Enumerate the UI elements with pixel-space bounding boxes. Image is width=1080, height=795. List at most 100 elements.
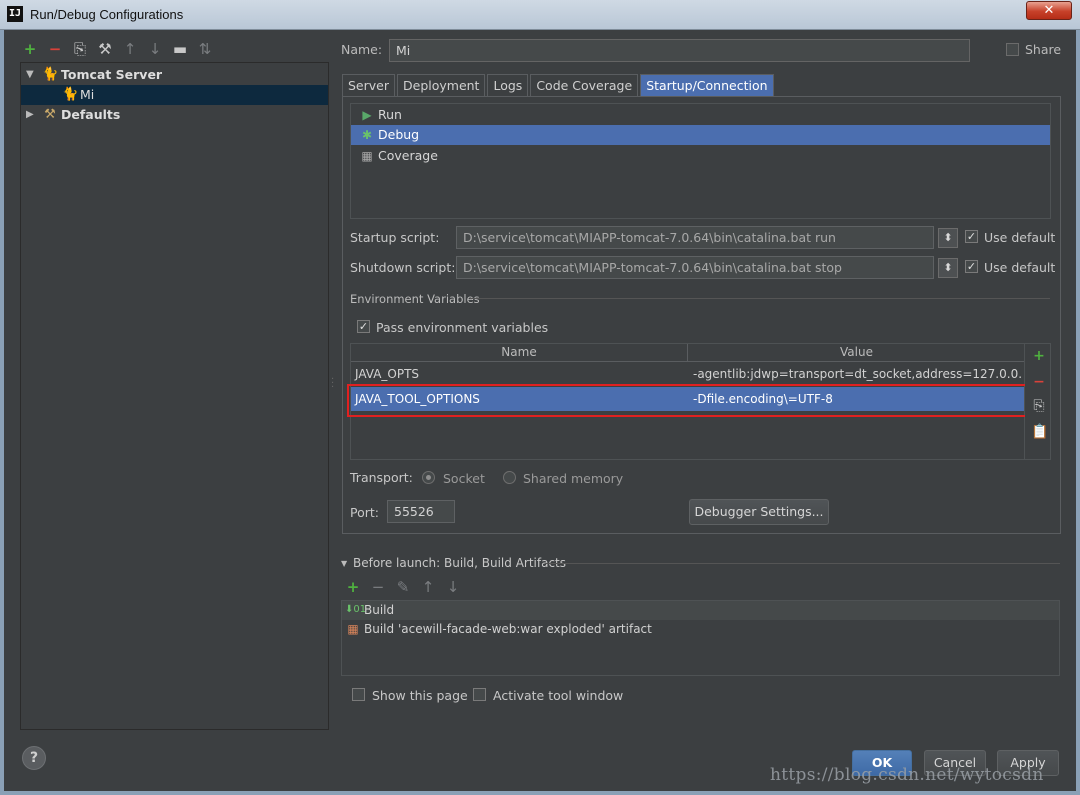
mode-run[interactable]: ▶ Run [351,105,1050,125]
move-up-icon[interactable]: ↑ [420,579,436,595]
watermark: https://blog.csdn.net/wytocsdn [770,765,1044,785]
table-header: Name Value [351,344,1024,362]
list-item[interactable]: ▦ Build 'acewill-facade-web:war exploded… [342,620,1059,639]
tree-item-defaults[interactable]: ▶ ⚒ Defaults [21,105,328,125]
window-close-button[interactable]: ✕ [1026,1,1072,20]
before-launch-list: ⬇01 Build ▦ Build 'acewill-facade-web:wa… [341,600,1060,676]
mode-label: Debug [378,127,420,142]
tree-item-tomcat-server[interactable]: ▼ 🐈 Tomcat Server [21,65,328,85]
window-title: Run/Debug Configurations [30,7,184,22]
activate-tool-window-checkbox[interactable] [473,688,486,701]
shutdown-script-input[interactable]: D:\service\tomcat\MIAPP-tomcat-7.0.64\bi… [456,256,934,279]
show-page-label: Show this page [372,688,468,703]
tree-item-label: Defaults [61,107,121,122]
task-label: Build 'acewill-facade-web:war exploded' … [364,622,652,636]
add-task-icon[interactable]: + [345,579,361,595]
startup-script-input[interactable]: D:\service\tomcat\MIAPP-tomcat-7.0.64\bi… [456,226,934,249]
tomcat-icon: 🐈 [62,87,79,102]
collapse-arrow-icon[interactable]: ▶ [26,105,34,125]
startup-use-default-checkbox[interactable]: ✓ [965,230,978,243]
wrench-icon[interactable]: ⚒ [97,41,113,57]
shutdown-use-default-checkbox[interactable]: ✓ [965,260,978,273]
remove-env-icon[interactable]: − [1031,374,1047,390]
mode-debug[interactable]: ✱ Debug [351,125,1050,145]
copy-env-icon[interactable]: ⎘ [1031,398,1047,414]
list-item[interactable]: ⬇01 Build [342,601,1059,620]
tree-item-mi[interactable]: 🐈 Mi [21,85,328,105]
mode-label: Coverage [378,148,438,163]
remove-task-icon[interactable]: − [370,579,386,595]
tab-startup-connection[interactable]: Startup/Connection [640,74,774,96]
tab-logs[interactable]: Logs [487,74,529,96]
section-divider [545,563,1060,564]
transport-label: Transport: [350,470,413,485]
startup-mode-list: ▶ Run ✱ Debug ▦ Coverage [350,103,1051,219]
env-name-cell: JAVA_OPTS [355,367,420,381]
task-label: Build [364,603,395,617]
name-label: Name: [341,42,383,57]
tab-code-coverage[interactable]: Code Coverage [530,74,639,96]
startup-browse-icon[interactable]: ⬍ [938,228,958,248]
env-value-cell: -agentlib:jdwp=transport=dt_socket,addre… [693,367,1023,381]
folder-icon[interactable]: ▬ [172,41,188,57]
copy-icon[interactable]: ⎘ [72,41,88,57]
pass-env-checkbox[interactable]: ✓ [357,320,370,333]
column-header-name[interactable]: Name [351,344,688,362]
startup-use-default-label: Use default [984,230,1056,245]
startup-script-label: Startup script: [350,230,440,245]
before-launch-toolbar: + − ✎ ↑ ↓ [345,579,461,595]
highlight-annotation [347,384,1033,417]
move-up-icon[interactable]: ↑ [122,41,138,57]
paste-env-icon[interactable]: 📋 [1031,424,1048,440]
help-button[interactable]: ? [22,746,46,770]
port-label: Port: [350,505,379,520]
edit-task-icon[interactable]: ✎ [395,579,411,595]
add-icon[interactable]: + [22,41,38,57]
build-icon: ⬇01 [345,604,367,615]
move-down-icon[interactable]: ↓ [147,41,163,57]
section-divider [470,298,1050,299]
tree-item-label: Tomcat Server [61,67,163,82]
sort-icon[interactable]: ⇅ [197,41,213,57]
run-icon: ▶ [362,108,372,122]
tab-deployment[interactable]: Deployment [397,74,486,96]
configuration-tree: ▼ 🐈 Tomcat Server 🐈 Mi ▶ ⚒ Defaults [20,62,329,730]
column-header-value[interactable]: Value [689,344,1024,362]
mode-label: Run [378,107,402,122]
wrench-icon: ⚒ [44,107,56,122]
config-tabs: Server Deployment Logs Code Coverage Sta… [342,74,776,96]
name-input[interactable]: Mi [389,39,970,62]
socket-radio[interactable] [422,471,435,484]
shutdown-use-default-label: Use default [984,260,1056,275]
mode-coverage[interactable]: ▦ Coverage [351,146,1050,166]
intellij-app-icon: IJ [7,6,23,22]
shutdown-browse-icon[interactable]: ⬍ [938,258,958,278]
splitter-grip[interactable]: · · · [331,375,334,393]
shutdown-script-label: Shutdown script: [350,260,456,275]
activate-tool-window-label: Activate tool window [493,688,624,703]
tomcat-icon: 🐈 [42,67,59,82]
artifact-icon: ▦ [347,622,359,636]
config-toolbar: + − ⎘ ⚒ ↑ ↓ ▬ ⇅ [22,40,213,58]
env-section-label: Environment Variables [350,292,480,306]
share-checkbox[interactable] [1006,43,1019,56]
remove-icon[interactable]: − [47,41,63,57]
window-titlebar: IJ Run/Debug Configurations ✕ [0,0,1080,30]
before-launch-label[interactable]: Before launch: Build, Build Artifacts [353,556,566,570]
table-row[interactable]: JAVA_OPTS -agentlib:jdwp=transport=dt_so… [351,362,1024,386]
shared-memory-radio[interactable] [503,471,516,484]
show-page-checkbox[interactable] [352,688,365,701]
port-input[interactable]: 55526 [387,500,455,523]
add-env-icon[interactable]: + [1031,348,1047,364]
socket-label: Socket [443,471,485,486]
tree-item-label: Mi [80,87,95,102]
expand-arrow-icon[interactable]: ▼ [26,65,34,85]
share-label: Share [1025,42,1062,57]
env-table-toolbar: + − ⎘ 📋 [1025,343,1051,460]
move-down-icon[interactable]: ↓ [445,579,461,595]
collapse-arrow-icon[interactable]: ▼ [341,559,347,568]
tab-server[interactable]: Server [342,74,395,96]
debugger-settings-button[interactable]: Debugger Settings... [689,499,829,525]
debug-icon: ✱ [361,128,373,142]
pass-env-label: Pass environment variables [376,320,549,335]
